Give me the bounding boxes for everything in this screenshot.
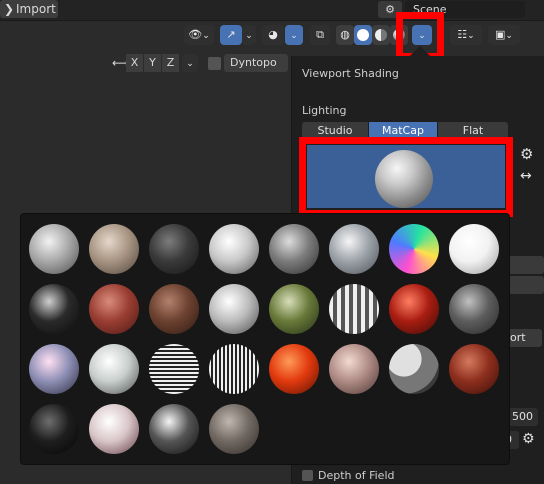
editor-options-dropdown[interactable]: ☷⌄	[450, 25, 482, 45]
dyntopo-dropdown[interactable]: Dyntopo	[224, 54, 288, 72]
matcap-metal-shiny[interactable]	[29, 344, 79, 394]
matcap-toon[interactable]	[389, 344, 439, 394]
side-button-2[interactable]	[508, 276, 544, 294]
matcap-metal-red[interactable]	[449, 344, 499, 394]
wireframe-icon: ◍	[340, 28, 350, 41]
matcap-metal-carpaint[interactable]	[389, 284, 439, 334]
wireframe-shading-button[interactable]: ◍	[336, 25, 354, 45]
matcap-pearl[interactable]	[89, 344, 139, 394]
matcap-reflection-check-vertical[interactable]	[209, 344, 259, 394]
matcap-skin[interactable]	[329, 344, 379, 394]
chevron-down-icon: ⌄	[290, 31, 298, 41]
chevron-down-icon: ⌄	[186, 59, 194, 69]
matcap-dark-rim[interactable]	[149, 404, 199, 454]
hierarchy-icon: ☷	[457, 28, 468, 41]
matcap-ceramic-lightbulb[interactable]	[329, 224, 379, 274]
gizmo-toggle[interactable]: ↗	[220, 25, 242, 45]
panel-pointer	[410, 46, 430, 56]
gear-icon[interactable]: ⚙	[520, 145, 533, 163]
flip-icon[interactable]: ↔	[520, 168, 532, 184]
chevron-down-icon: ⌄	[245, 31, 253, 41]
matcap-metal-matte[interactable]	[209, 404, 259, 454]
lighting-label: Lighting	[302, 104, 347, 117]
matcap-check-rim-light[interactable]	[449, 224, 499, 274]
import-label: Import	[16, 2, 56, 16]
matcap-basic-1[interactable]	[29, 224, 79, 274]
chevron-right-icon: ❯	[4, 2, 15, 16]
value-field-1[interactable]: 500	[508, 408, 538, 426]
eye-icon: 👁	[188, 28, 203, 41]
matcap-metal-anisotropic[interactable]	[329, 284, 379, 334]
visibility-dropdown[interactable]: 👁⌄	[184, 25, 214, 45]
solid-sphere-icon	[357, 29, 369, 41]
matcap-basic-2[interactable]	[89, 224, 139, 274]
overlay-dropdown[interactable]: ⌄	[285, 25, 303, 45]
matcap-clay-muddy[interactable]	[149, 284, 199, 334]
side-button-1[interactable]	[508, 256, 544, 274]
symmetry-dropdown[interactable]: ⌄	[182, 54, 198, 72]
matcap-reflection-check-horizontal[interactable]	[149, 344, 199, 394]
import-button[interactable]: ❯ Import	[0, 0, 58, 18]
dyntopo-checkbox[interactable]	[208, 57, 221, 70]
highlight-matcap-preview	[299, 137, 513, 217]
solid-shading-button[interactable]	[354, 25, 372, 45]
matcap-basic-side[interactable]	[209, 224, 259, 274]
view-image-dropdown[interactable]: ▣⌄	[488, 25, 520, 45]
depth-of-field-checkbox[interactable]	[302, 470, 313, 481]
matcap-check-rim-dark[interactable]	[29, 284, 79, 334]
overlay-toggle[interactable]: ◕	[262, 25, 284, 45]
axis-x-button[interactable]: X	[126, 54, 143, 72]
image-icon: ▣	[495, 28, 506, 41]
matcap-pink-rim[interactable]	[89, 404, 139, 454]
side-button-3[interactable]: ort	[508, 329, 542, 347]
gear-icon[interactable]: ⚙	[522, 431, 535, 447]
matcap-basic-dark[interactable]	[149, 224, 199, 274]
dyntopo-label: Dyntopo	[230, 56, 277, 69]
chevron-down-icon: ⌄	[202, 31, 210, 41]
panel-title: Viewport Shading	[302, 67, 399, 80]
matcap-check-normal[interactable]	[389, 224, 439, 274]
axis-y-button[interactable]: Y	[144, 54, 161, 72]
matcap-jade[interactable]	[269, 284, 319, 334]
chevron-down-icon: ⌄	[505, 31, 513, 41]
depth-of-field-label: Depth of Field	[318, 469, 395, 482]
material-shading-button[interactable]	[372, 25, 390, 45]
matcap-clay-studio[interactable]	[209, 284, 259, 334]
xray-icon: ⧉	[316, 28, 324, 41]
matcap-ceramic-dark[interactable]	[269, 224, 319, 274]
matcap-metal-lead[interactable]	[449, 284, 499, 334]
gizmo-dropdown[interactable]: ⌄	[242, 25, 256, 45]
chevron-down-icon: ⌄	[467, 31, 475, 41]
overlay-icon: ◕	[268, 28, 278, 41]
matcap-black-glossy[interactable]	[29, 404, 79, 454]
matcap-resin[interactable]	[269, 344, 319, 394]
xray-toggle[interactable]: ⧉	[310, 25, 330, 45]
gizmo-icon: ↗	[226, 28, 236, 41]
axis-z-button[interactable]: Z	[162, 54, 179, 72]
material-sphere-icon	[375, 29, 387, 41]
matcap-clay-brown[interactable]	[89, 284, 139, 334]
